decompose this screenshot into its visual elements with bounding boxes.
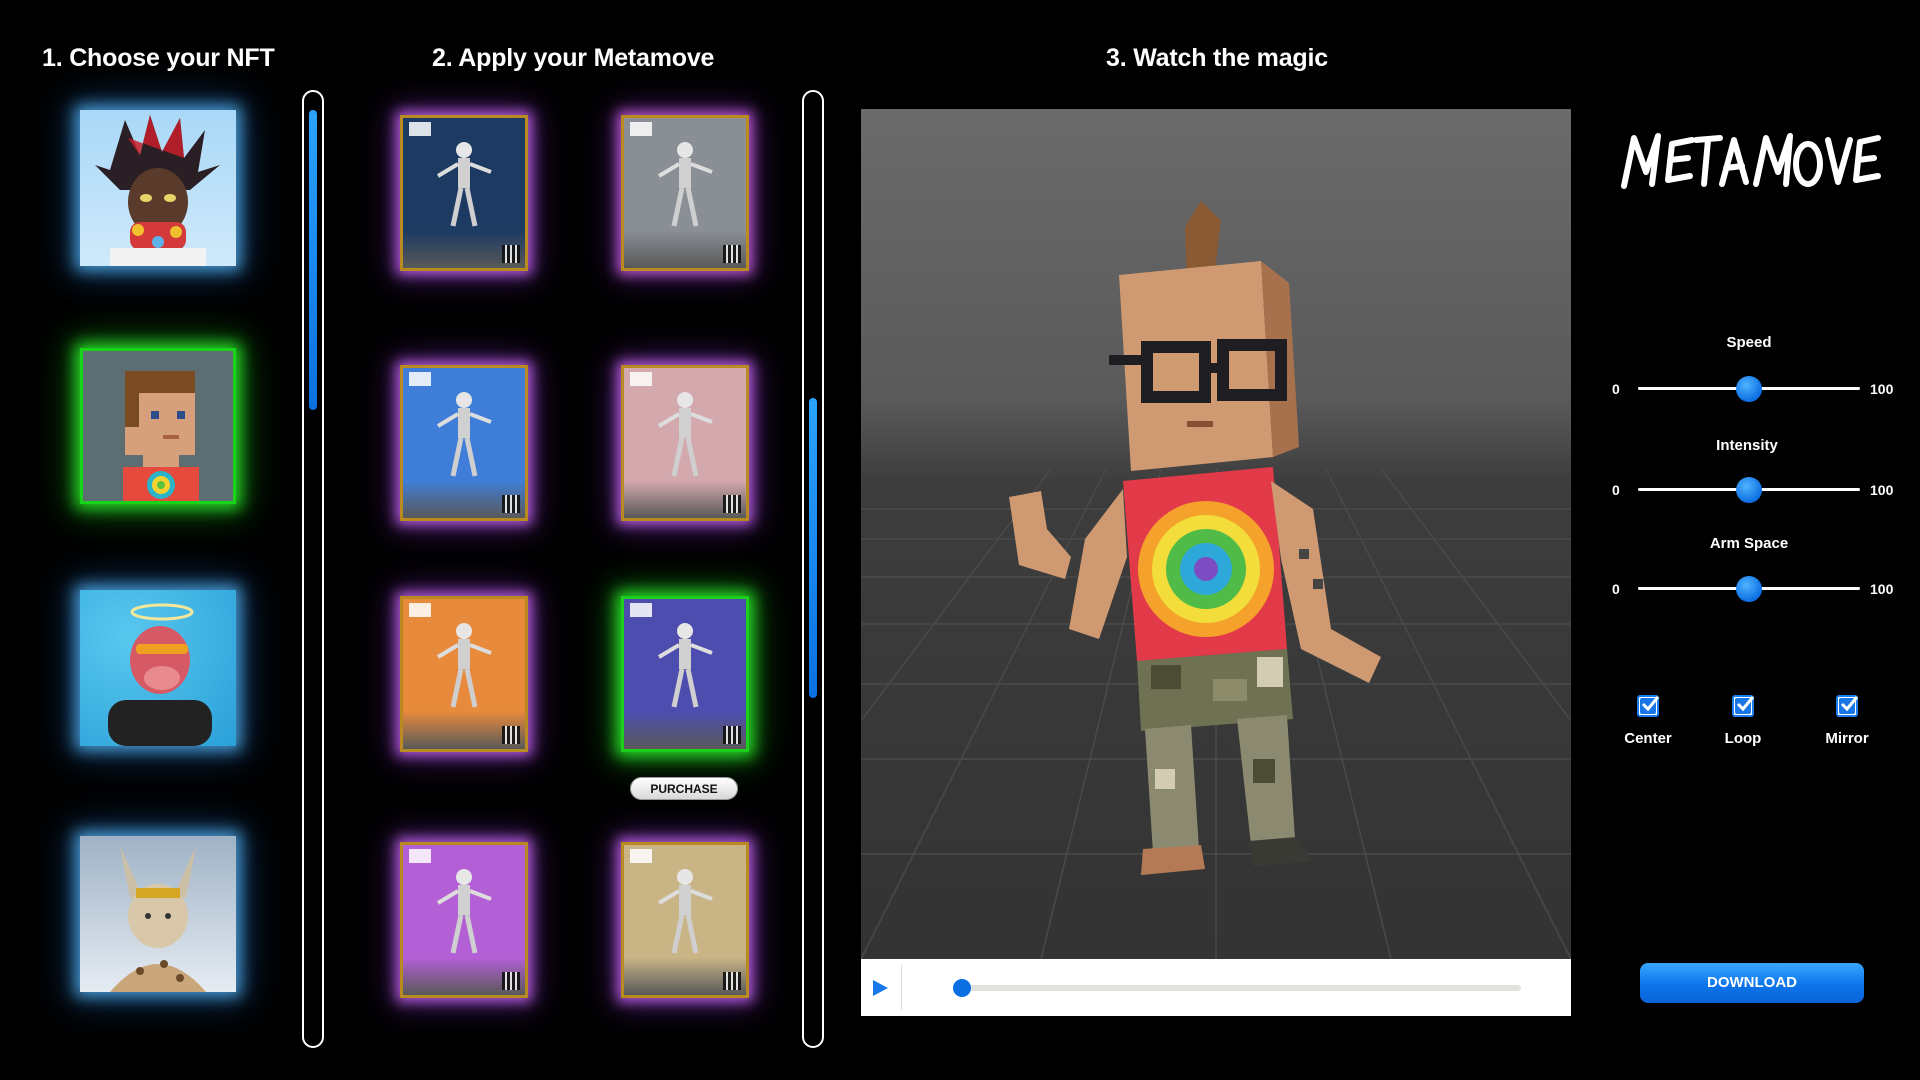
play-icon[interactable] bbox=[869, 977, 891, 999]
playback-bar bbox=[861, 959, 1571, 1016]
card-logo-label bbox=[630, 122, 652, 136]
metamove-card[interactable] bbox=[400, 115, 528, 271]
metamove-card[interactable] bbox=[400, 596, 528, 752]
slider-speed-label: Speed bbox=[1726, 334, 1772, 351]
slider-intensity-min: 0 bbox=[1612, 482, 1620, 498]
metamove-card[interactable] bbox=[621, 115, 749, 271]
purchase-button[interactable]: PURCHASE bbox=[630, 777, 738, 800]
slider-arm-space-knob[interactable] bbox=[1736, 576, 1762, 602]
slider-speed-min: 0 bbox=[1612, 381, 1620, 397]
nft-item-spiky-hair[interactable] bbox=[80, 110, 236, 266]
card-logo-label bbox=[409, 122, 431, 136]
metamove-scrollbar[interactable] bbox=[802, 90, 824, 1048]
loop-label: Loop bbox=[1724, 730, 1762, 747]
player-divider bbox=[901, 965, 902, 1010]
nft-avatar-image bbox=[108, 603, 212, 746]
qr-code-icon bbox=[723, 245, 741, 263]
metamove-card[interactable] bbox=[621, 596, 749, 752]
step-2-heading: 2. Apply your Metamove bbox=[432, 44, 715, 72]
slider-intensity-label: Intensity bbox=[1716, 437, 1778, 454]
metamove-card[interactable] bbox=[621, 842, 749, 998]
metamove-scroll-thumb[interactable] bbox=[809, 398, 817, 698]
card-logo-label bbox=[630, 603, 652, 617]
qr-code-icon bbox=[723, 495, 741, 513]
qr-code-icon bbox=[502, 245, 520, 263]
slider-speed-knob[interactable] bbox=[1736, 376, 1762, 402]
progress-knob[interactable] bbox=[953, 979, 971, 997]
card-logo-label bbox=[409, 849, 431, 863]
check-icon bbox=[1736, 696, 1755, 712]
slider-speed-max: 100 bbox=[1870, 381, 1894, 397]
metamoves-logo bbox=[1621, 133, 1881, 189]
card-logo-label bbox=[409, 603, 431, 617]
nft-avatar-image bbox=[95, 115, 220, 266]
qr-code-icon bbox=[502, 495, 520, 513]
qr-code-icon bbox=[723, 972, 741, 990]
qr-code-icon bbox=[723, 726, 741, 744]
slider-arm-space-max: 100 bbox=[1870, 581, 1894, 597]
metamove-card[interactable] bbox=[621, 365, 749, 521]
nft-item-cat[interactable] bbox=[80, 836, 236, 992]
nft-item-blocky[interactable] bbox=[80, 348, 236, 504]
slider-intensity-max: 100 bbox=[1870, 482, 1894, 498]
dancing-avatar bbox=[1009, 201, 1381, 875]
check-icon bbox=[1840, 696, 1859, 712]
qr-code-icon bbox=[502, 972, 520, 990]
slider-arm-space-label: Arm Space bbox=[1709, 535, 1789, 552]
metamove-card[interactable] bbox=[400, 365, 528, 521]
preview-viewport[interactable] bbox=[861, 109, 1571, 959]
slider-intensity-knob[interactable] bbox=[1736, 477, 1762, 503]
qr-code-icon bbox=[502, 726, 520, 744]
nft-avatar-image bbox=[123, 371, 199, 501]
nft-avatar-image bbox=[110, 846, 206, 992]
step-1-heading: 1. Choose your NFT bbox=[42, 44, 275, 72]
card-logo-label bbox=[630, 849, 652, 863]
download-button[interactable]: DOWNLOAD bbox=[1640, 963, 1864, 1003]
nft-list-scroll-thumb[interactable] bbox=[309, 110, 317, 410]
nft-item-halo-ape[interactable] bbox=[80, 590, 236, 746]
step-3-heading: 3. Watch the magic bbox=[1106, 44, 1328, 72]
progress-track[interactable] bbox=[961, 985, 1521, 991]
center-label: Center bbox=[1624, 730, 1672, 747]
slider-arm-space-min: 0 bbox=[1612, 581, 1620, 597]
nft-list-scrollbar[interactable] bbox=[302, 90, 324, 1048]
card-logo-label bbox=[630, 372, 652, 386]
mirror-label: Mirror bbox=[1825, 730, 1869, 747]
metamove-card[interactable] bbox=[400, 842, 528, 998]
card-logo-label bbox=[409, 372, 431, 386]
check-icon bbox=[1641, 696, 1660, 712]
